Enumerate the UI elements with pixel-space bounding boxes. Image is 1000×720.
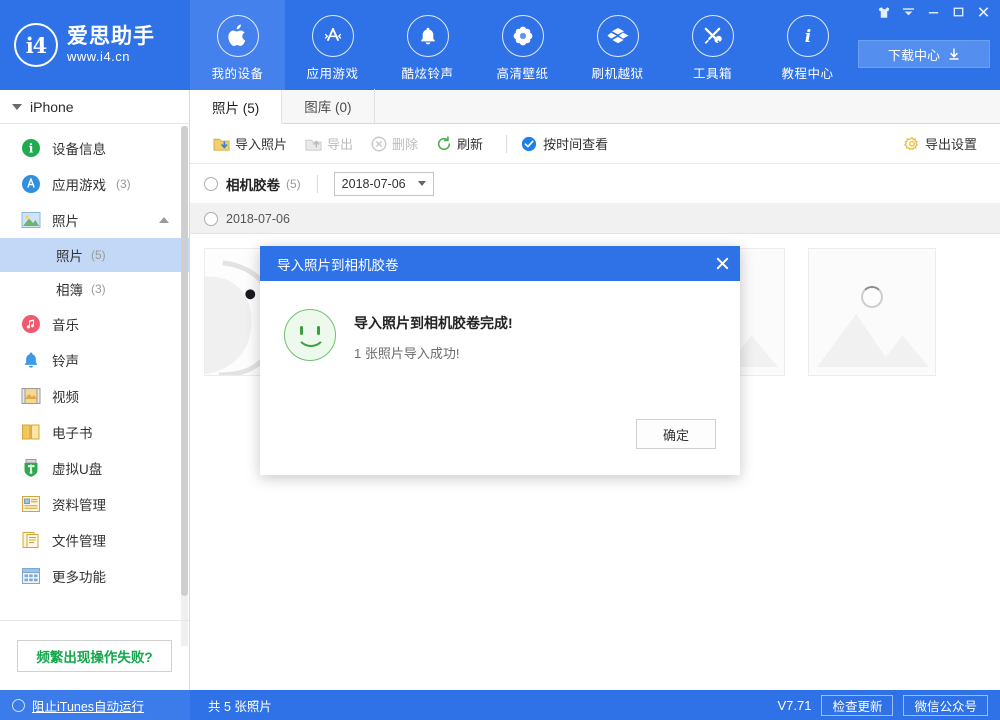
- block-itunes-toggle[interactable]: 阻止iTunes自动运行: [0, 690, 190, 720]
- dialog-title: 导入照片到相机胶卷: [277, 257, 399, 273]
- check-update-button[interactable]: 检查更新: [821, 694, 894, 716]
- close-icon[interactable]: [704, 246, 740, 281]
- dialog-message: 导入照片到相机胶卷完成!: [354, 315, 513, 331]
- dialog-body: 导入照片到相机胶卷完成! 1 张照片导入成功!: [260, 281, 740, 362]
- radio-icon: [12, 698, 25, 712]
- dialog-titlebar: 导入照片到相机胶卷: [260, 246, 740, 281]
- block-itunes-label: 阻止iTunes自动运行: [32, 699, 145, 714]
- dialog-ok-button[interactable]: 确定: [636, 419, 716, 449]
- smiley-success-icon: [284, 309, 336, 361]
- status-bar: 阻止iTunes自动运行 共 5 张照片 V7.71 检查更新 微信公众号: [0, 690, 1000, 720]
- version-label: V7.71: [777, 697, 812, 713]
- app-window: i4 爱思助手 www.i4.cn 我的设备 应用游戏 酷炫铃声 高清壁纸 刷机…: [0, 0, 1000, 720]
- dialog-footer: 确定: [636, 419, 716, 449]
- photo-count-status: 共 5 张照片: [208, 699, 272, 714]
- smiley-mouth: [296, 329, 326, 347]
- wechat-button[interactable]: 微信公众号: [903, 694, 988, 716]
- modal-overlay: 导入照片到相机胶卷 导入照片到相机胶卷完成! 1 张照片导入成功! 确定: [0, 0, 1000, 720]
- dialog-detail: 1 张照片导入成功!: [354, 346, 460, 361]
- import-complete-dialog: 导入照片到相机胶卷 导入照片到相机胶卷完成! 1 张照片导入成功! 确定: [260, 246, 740, 475]
